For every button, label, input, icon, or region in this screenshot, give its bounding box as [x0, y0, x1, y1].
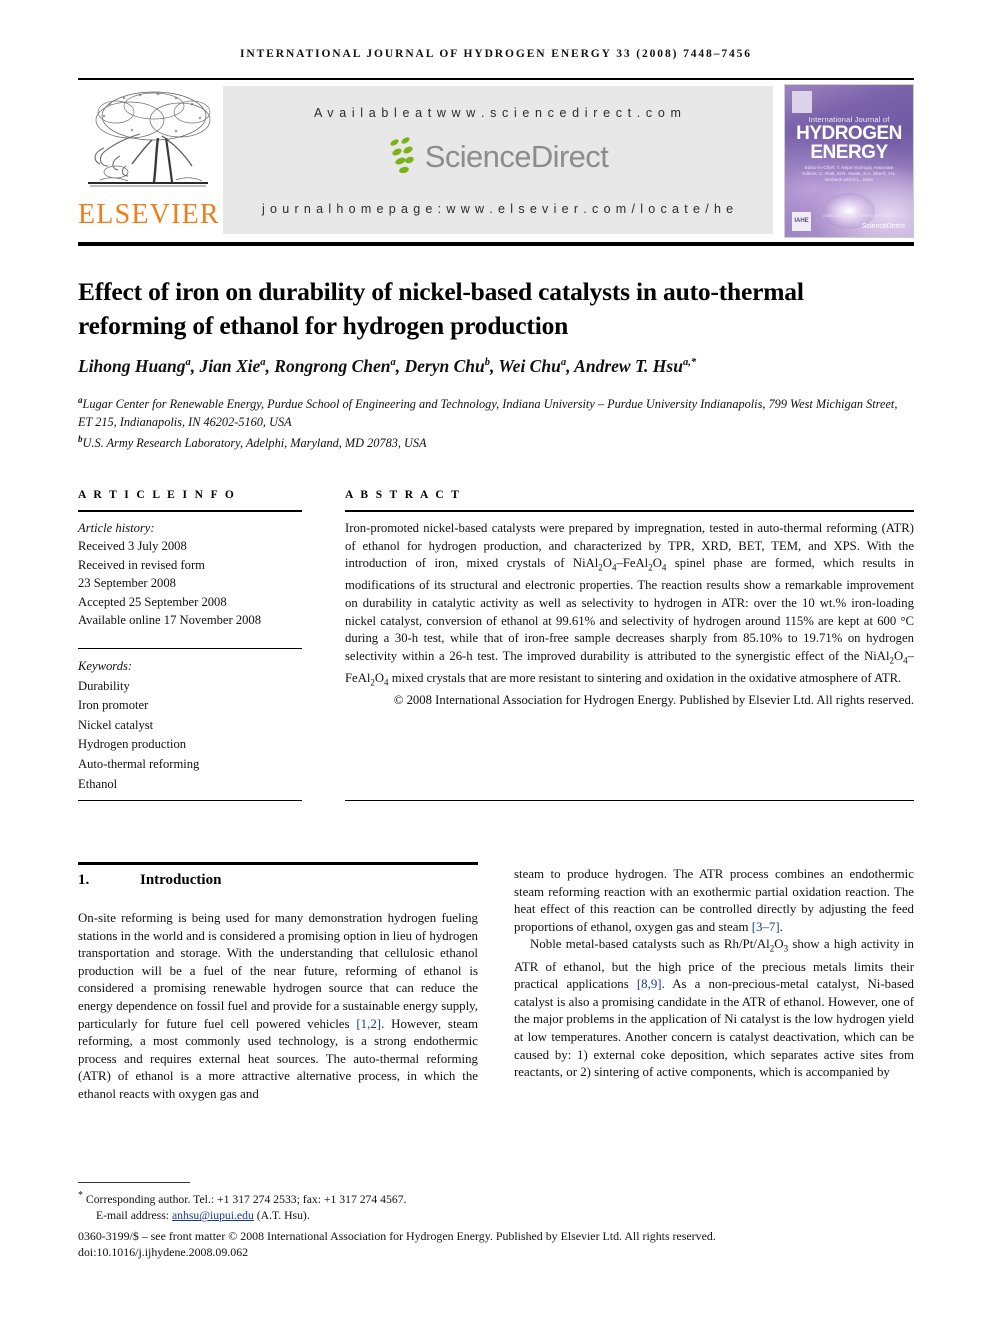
- article-history-line: Accepted 25 September 2008: [78, 594, 227, 609]
- banner-bottom-rule: [78, 242, 914, 246]
- article-history-line: Available online 17 November 2008: [78, 613, 262, 628]
- body-section-rule: [78, 862, 478, 865]
- body-column-left: On-site reforming is being used for many…: [78, 910, 478, 1104]
- abstract-rule-top: [345, 510, 914, 512]
- cover-publisher-mark: [792, 91, 812, 113]
- email-address-note[interactable]: E-mail address: anhsu@iupui.edu (A.T. Hs…: [78, 1208, 638, 1224]
- sciencedirect-leaves-icon: [388, 135, 422, 176]
- footnote-rule: [78, 1182, 190, 1184]
- journal-article-page: international journal of hydrogen energy…: [0, 0, 992, 1323]
- section-heading-introduction: Introduction: [140, 872, 222, 888]
- cover-sciencedirect-wordmark: ScienceDirect: [861, 223, 905, 230]
- intro-paragraph-right-1: steam to produce hydrogen. The ATR proce…: [514, 867, 914, 934]
- imprint-block: 0360-3199/$ – see front matter © 2008 In…: [78, 1228, 914, 1261]
- corresponding-author-note: * Corresponding author. Tel.: +1 317 274…: [78, 1190, 407, 1206]
- page-title: Effect of iron on durability of nickel-b…: [78, 277, 804, 341]
- abstract-heading: A B S T R A C T: [345, 489, 462, 501]
- journal-homepage-text: j o u r n a l h o m e p a g e : w w w . …: [261, 202, 735, 216]
- available-at-text: A v a i l a b l e a t w w w . s c i e n …: [313, 106, 682, 120]
- abstract-block: Iron-promoted nickel-based catalysts wer…: [345, 520, 914, 710]
- sciencedirect-wordmark: ScienceDirect: [424, 139, 609, 174]
- keyword-item: Auto-thermal reforming: [78, 756, 200, 771]
- intro-paragraph-right-2: Noble metal-based catalysts such as Rh/P…: [514, 937, 914, 1080]
- elsevier-logo[interactable]: ELSEVIER: [78, 84, 220, 236]
- keyword-item: Ethanol: [78, 776, 118, 791]
- section-number: 1.: [78, 872, 90, 888]
- author-list: Lihong Huanga, Jian Xiea, Rongrong Chena…: [78, 355, 697, 376]
- journal-cover-thumbnail[interactable]: International Journal of HYDROGEN ENERGY…: [784, 84, 914, 238]
- abstract-copyright: © 2008 International Association for Hyd…: [393, 692, 914, 707]
- keyword-item: Durability: [78, 678, 130, 693]
- article-info-rule-mid: [78, 648, 302, 650]
- affiliations: aLugar Center for Renewable Energy, Purd…: [78, 395, 898, 451]
- body-column-right: steam to produce hydrogen. The ATR proce…: [514, 866, 914, 1082]
- elsevier-tree-icon: [80, 86, 216, 198]
- abstract-rule-bottom: [345, 800, 914, 802]
- footnote-block: * Corresponding author. Tel.: +1 317 274…: [78, 1188, 638, 1225]
- sciencedirect-logo[interactable]: ScienceDirect: [223, 135, 773, 180]
- header-top-rule: [78, 78, 914, 80]
- keyword-item: Iron promoter: [78, 698, 149, 713]
- sciencedirect-panel: A v a i l a b l e a t w w w . s c i e n …: [223, 86, 773, 234]
- article-history: Article history: Received 3 July 2008 Re…: [78, 519, 308, 629]
- doi-line: doi:10.1016/j.ijhydene.2008.09.062: [78, 1245, 249, 1260]
- abstract-text: Iron-promoted nickel-based catalysts wer…: [345, 521, 914, 688]
- issn-copyright-line: 0360-3199/$ – see front matter © 2008 In…: [78, 1229, 716, 1243]
- keywords-block: Keywords: Durability Iron promoter Nicke…: [78, 657, 308, 794]
- journal-banner: ELSEVIER A v a i l a b l e a t w w w . s…: [78, 84, 914, 238]
- keyword-item: Hydrogen production: [78, 737, 187, 752]
- article-history-line: 23 September 2008: [78, 576, 176, 591]
- article-history-line: Received 3 July 2008: [78, 539, 187, 554]
- intro-paragraph-left: On-site reforming is being used for many…: [78, 911, 479, 1101]
- article-history-label: Article history:: [78, 521, 155, 535]
- article-info-rule-bottom: [78, 800, 302, 802]
- cover-editors: Editor-in-Chief: T. Nejat Veziroglu Asso…: [802, 165, 896, 182]
- keywords-label: Keywords:: [78, 659, 133, 673]
- elsevier-wordmark: ELSEVIER: [78, 199, 220, 230]
- article-info-heading: A R T I C L E I N F O: [78, 489, 237, 501]
- cover-iahe-badge: IAHE: [792, 212, 811, 231]
- running-head: international journal of hydrogen energy…: [240, 48, 752, 60]
- article-history-line: Received in revised form: [78, 557, 205, 572]
- cover-journal-line2: ENERGY: [810, 142, 888, 163]
- article-info-rule-top: [78, 510, 302, 512]
- cover-sciencedirect-caption: available online at www.sciencedirect.co…: [823, 213, 905, 218]
- keyword-item: Nickel catalyst: [78, 717, 154, 732]
